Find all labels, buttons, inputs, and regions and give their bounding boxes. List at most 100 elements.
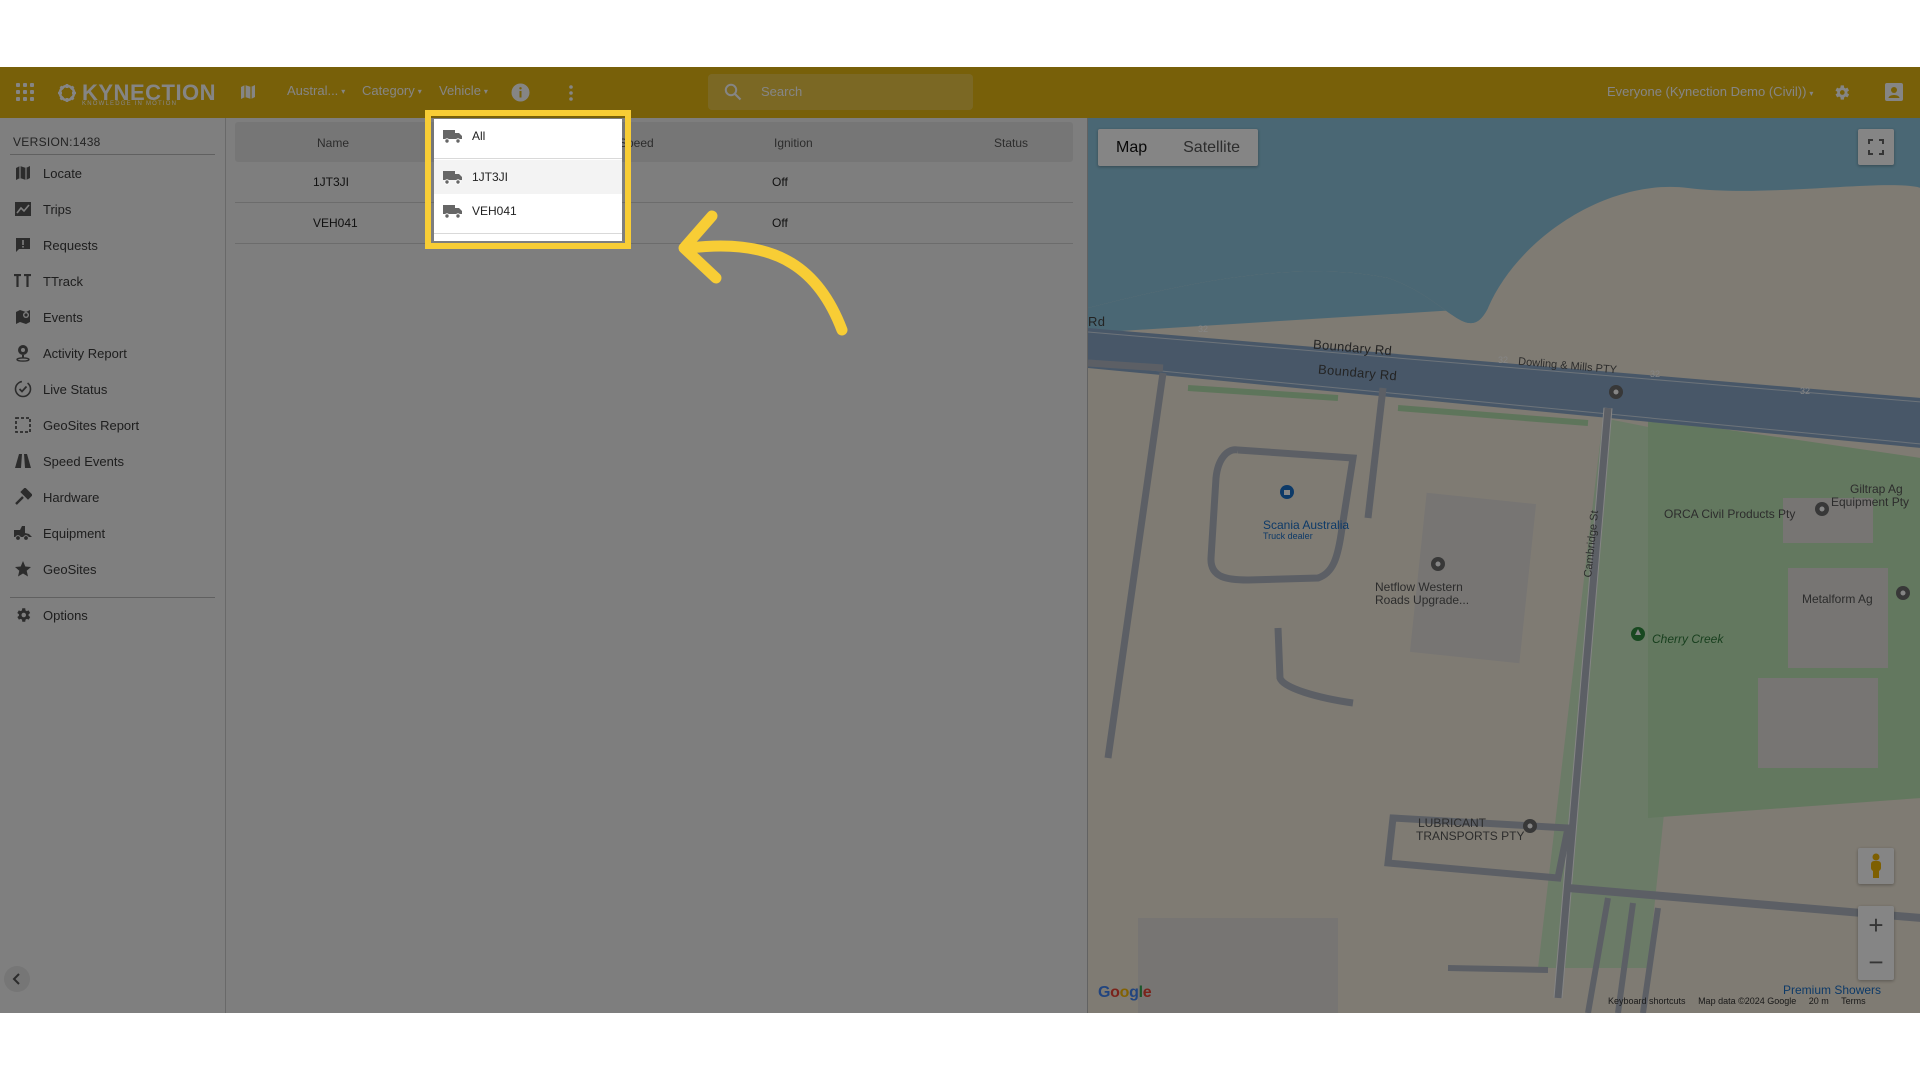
sidebar-item-requests[interactable]: Requests bbox=[0, 230, 224, 260]
map-pin-icon[interactable] bbox=[1430, 556, 1446, 572]
map-footer: Keyboard shortcuts Map data ©2024 Google… bbox=[1608, 996, 1876, 1006]
map-poi-label: Truck dealer bbox=[1263, 531, 1313, 541]
caret-down-icon: ▾ bbox=[1809, 89, 1814, 98]
map-poi-label: Roads Upgrade... bbox=[1375, 593, 1470, 607]
sidebar-divider bbox=[10, 597, 215, 598]
user-group-dropdown[interactable]: Everyone (Kynection Demo (Civil)) ▾ bbox=[1607, 84, 1813, 99]
map-road-label: Rd bbox=[1088, 314, 1106, 329]
search-box[interactable]: Search bbox=[708, 74, 973, 110]
column-header-ignition[interactable]: Ignition bbox=[774, 136, 813, 150]
more-vert-icon[interactable] bbox=[568, 84, 574, 102]
sidebar-item-geosites-report[interactable]: GeoSites Report bbox=[0, 410, 224, 440]
sidebar-item-label: Trips bbox=[43, 201, 72, 217]
map-poi-label: ORCA Civil Products Pty bbox=[1664, 507, 1796, 521]
sidebar-item-label: Equipment bbox=[43, 525, 106, 541]
pegman-icon bbox=[1871, 853, 1881, 878]
collapse-sidebar-button[interactable] bbox=[4, 966, 30, 992]
map-type-map-button[interactable]: Map bbox=[1098, 129, 1165, 166]
column-header-status[interactable]: Status bbox=[994, 136, 1028, 150]
region-filter-label: Austral... bbox=[287, 83, 339, 98]
table-row[interactable]: 1JT3JI Off bbox=[235, 162, 1073, 203]
map-type-toggle: Map Satellite bbox=[1098, 129, 1259, 166]
apps-grid-icon[interactable] bbox=[16, 83, 34, 101]
sidebar-item-label: TTrack bbox=[43, 273, 83, 289]
map-pin-icon[interactable] bbox=[1522, 818, 1538, 834]
zoom-out-button[interactable]: − bbox=[1858, 943, 1894, 980]
map-poi-label: TRANSPORTS PTY bbox=[1416, 829, 1525, 843]
star-icon bbox=[13, 559, 33, 579]
table-header: Name Speed Ignition Status bbox=[235, 122, 1073, 162]
zoom-in-button[interactable]: + bbox=[1858, 906, 1894, 943]
vehicle-table-panel: Name Speed Ignition Status 1JT3JI Off VE… bbox=[226, 118, 1087, 1013]
brand-tagline: KNOWLEDGE IN MOTION bbox=[82, 101, 178, 107]
route-shield: 32 bbox=[1498, 355, 1509, 365]
sidebar-item-label: Speed Events bbox=[43, 453, 124, 469]
vehicle-filter-dropdown[interactable]: Vehicle ▾ bbox=[439, 83, 488, 98]
account-icon[interactable] bbox=[1885, 83, 1903, 101]
sidebar-item-label: Options bbox=[43, 607, 88, 623]
map-view-icon[interactable] bbox=[240, 84, 256, 100]
app-frame: KYNECTION KNOWLEDGE IN MOTION Austral...… bbox=[0, 67, 1920, 1013]
map-poi-label: Cherry Creek bbox=[1652, 632, 1724, 646]
map-poi-label: Premium Showers bbox=[1783, 983, 1882, 997]
sidebar-divider bbox=[10, 154, 215, 155]
gear-icon[interactable] bbox=[1832, 83, 1851, 102]
sidebar-item-equipment[interactable]: Equipment bbox=[0, 518, 224, 548]
map-type-satellite-button[interactable]: Satellite bbox=[1165, 129, 1258, 166]
sidebar-item-hardware[interactable]: Hardware bbox=[0, 482, 224, 512]
ttrack-icon bbox=[13, 271, 33, 291]
sidebar-item-activity-report[interactable]: Activity Report bbox=[0, 338, 224, 368]
search-icon bbox=[724, 83, 742, 101]
map-poi-label: Metalform Ag bbox=[1802, 592, 1873, 606]
keyboard-shortcuts-link[interactable]: Keyboard shortcuts bbox=[1608, 996, 1686, 1006]
events-icon bbox=[13, 307, 33, 327]
tutorial-arrow-icon bbox=[678, 210, 848, 336]
map-pin-icon[interactable] bbox=[1608, 384, 1624, 400]
sidebar-item-label: Requests bbox=[43, 237, 98, 253]
brand-name: KYNECTION bbox=[82, 80, 217, 105]
fullscreen-button[interactable] bbox=[1858, 129, 1894, 165]
sidebar-item-locate[interactable]: Locate bbox=[0, 158, 224, 188]
park-pin-icon[interactable] bbox=[1630, 626, 1646, 642]
map-poi-label: LUBRICANT bbox=[1418, 816, 1487, 830]
terms-link[interactable]: Terms bbox=[1841, 996, 1866, 1006]
brand-logo: KYNECTION KNOWLEDGE IN MOTION bbox=[56, 79, 216, 107]
person-pin-icon bbox=[13, 343, 33, 363]
column-header-name[interactable]: Name bbox=[317, 136, 349, 150]
hardware-icon bbox=[13, 487, 33, 507]
sidebar-item-live-status[interactable]: Live Status bbox=[0, 374, 224, 404]
version-label: VERSION:1438 bbox=[13, 135, 101, 149]
route-shield: 32 bbox=[1198, 324, 1209, 334]
tutorial-highlight-box bbox=[425, 110, 631, 249]
map-pin-icon[interactable] bbox=[1895, 585, 1911, 601]
sidebar-item-speed-events[interactable]: Speed Events bbox=[0, 446, 224, 476]
info-icon[interactable] bbox=[511, 83, 530, 102]
map-pin-icon[interactable] bbox=[1814, 501, 1830, 517]
sidebar-item-label: Locate bbox=[43, 165, 83, 181]
sidebar-item-events[interactable]: Events bbox=[0, 302, 224, 332]
search-placeholder: Search bbox=[761, 84, 803, 99]
sidebar-item-trips[interactable]: Trips bbox=[0, 194, 224, 224]
region-filter-dropdown[interactable]: Austral... ▾ bbox=[287, 83, 345, 98]
caret-down-icon: ▾ bbox=[483, 87, 488, 97]
top-bar: KYNECTION KNOWLEDGE IN MOTION Austral...… bbox=[0, 67, 1920, 118]
sidebar: VERSION:1438 Locate Trips Requests TTrac… bbox=[0, 118, 226, 1013]
map-scale[interactable]: 20 m bbox=[1809, 996, 1829, 1006]
map-panel[interactable]: Boundary Rd Boundary Rd Rd Dowling & Mil… bbox=[1087, 118, 1920, 1013]
sidebar-item-ttrack[interactable]: TTrack bbox=[0, 266, 224, 296]
table-row[interactable]: VEH041 Off bbox=[235, 203, 1073, 244]
sidebar-item-options[interactable]: Options bbox=[0, 600, 224, 630]
google-logo: Google bbox=[1098, 984, 1152, 1001]
vehicle-name-cell: 1JT3JI bbox=[313, 175, 350, 189]
category-filter-dropdown[interactable]: Category ▾ bbox=[362, 83, 422, 98]
street-view-button[interactable] bbox=[1858, 848, 1894, 884]
shopping-pin-icon[interactable] bbox=[1279, 484, 1295, 500]
live-status-icon bbox=[13, 379, 33, 399]
route-shield: 32 bbox=[1650, 369, 1661, 379]
sidebar-item-geosites[interactable]: GeoSites bbox=[0, 554, 224, 584]
category-filter-label: Category bbox=[362, 83, 415, 98]
vehicle-name-cell: VEH041 bbox=[313, 216, 358, 230]
route-shield: 32 bbox=[1800, 386, 1811, 396]
sidebar-item-label: Live Status bbox=[43, 381, 108, 397]
geosites-report-icon bbox=[13, 415, 33, 435]
